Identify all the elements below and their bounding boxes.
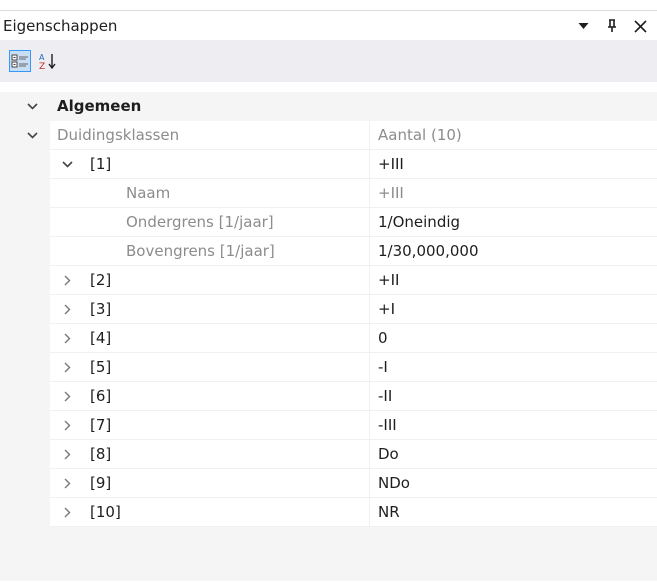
chevron-right-icon[interactable] xyxy=(59,324,75,353)
chevron-right-icon[interactable] xyxy=(59,440,75,469)
property-row-item-2[interactable]: [2] +II xyxy=(0,266,657,295)
row-value: -I xyxy=(378,358,388,376)
row-value: 1/Oneindig xyxy=(378,213,461,231)
panel-title-bar: Eigenschappen xyxy=(0,10,657,40)
sort-alphabetical-icon[interactable]: A Z xyxy=(37,50,59,72)
property-row-item-4[interactable]: [4] 0 xyxy=(0,324,657,353)
svg-text:Z: Z xyxy=(39,62,45,70)
row-name: [9] xyxy=(90,474,112,492)
row-name: [4] xyxy=(90,329,112,347)
row-name: Naam xyxy=(126,184,171,202)
row-name: Duidingsklassen xyxy=(57,126,180,144)
chevron-right-icon[interactable] xyxy=(59,295,75,324)
property-row-item-1[interactable]: [1] +III xyxy=(0,150,657,179)
property-row-item-7[interactable]: [7] -III xyxy=(0,411,657,440)
row-value: -II xyxy=(378,387,393,405)
svg-text:A: A xyxy=(39,53,45,62)
pin-icon[interactable] xyxy=(602,13,622,39)
property-row-duidingsklassen[interactable]: Duidingsklassen Aantal (10) xyxy=(0,121,657,150)
chevron-down-icon[interactable] xyxy=(24,121,40,150)
chevron-right-icon[interactable] xyxy=(59,382,75,411)
property-row-naam[interactable]: Naam +III xyxy=(0,179,657,208)
category-row-algemeen[interactable]: Algemeen xyxy=(0,92,657,121)
chevron-right-icon[interactable] xyxy=(59,469,75,498)
chevron-right-icon[interactable] xyxy=(59,498,75,527)
property-row-item-3[interactable]: [3] +I xyxy=(0,295,657,324)
dropdown-arrow-icon[interactable] xyxy=(573,13,593,39)
row-name: [8] xyxy=(90,445,112,463)
row-name: [5] xyxy=(90,358,112,376)
categorized-view-icon[interactable] xyxy=(9,50,31,72)
chevron-down-icon[interactable] xyxy=(24,92,40,121)
row-name: [3] xyxy=(90,300,112,318)
property-row-item-5[interactable]: [5] -I xyxy=(0,353,657,382)
row-value: NDo xyxy=(378,474,410,492)
property-row-item-6[interactable]: [6] -II xyxy=(0,382,657,411)
property-toolbar: A Z xyxy=(0,40,657,82)
property-row-bovengrens[interactable]: Bovengrens [1/jaar] 1/30,000,000 xyxy=(0,237,657,266)
chevron-right-icon[interactable] xyxy=(59,411,75,440)
row-value: 1/30,000,000 xyxy=(378,242,479,260)
row-value: -III xyxy=(378,416,397,434)
row-name: Bovengrens [1/jaar] xyxy=(126,242,275,260)
row-value: NR xyxy=(378,503,400,521)
row-value: +III xyxy=(378,155,404,173)
row-name: Algemeen xyxy=(57,97,142,115)
property-row-item-9[interactable]: [9] NDo xyxy=(0,469,657,498)
row-value: Aantal (10) xyxy=(378,126,462,144)
property-row-item-10[interactable]: [10] NR xyxy=(0,498,657,527)
property-grid: Algemeen Duidingsklassen Aantal (10) [1]… xyxy=(0,92,657,581)
row-value: +I xyxy=(378,300,395,318)
row-value: +II xyxy=(378,271,400,289)
row-name: [7] xyxy=(90,416,112,434)
chevron-down-icon[interactable] xyxy=(59,150,75,179)
row-value: +III xyxy=(378,184,404,202)
row-name: [10] xyxy=(90,503,121,521)
property-row-ondergrens[interactable]: Ondergrens [1/jaar] 1/Oneindig xyxy=(0,208,657,237)
chevron-right-icon[interactable] xyxy=(59,266,75,295)
chevron-right-icon[interactable] xyxy=(59,353,75,382)
row-name: Ondergrens [1/jaar] xyxy=(126,213,274,231)
close-icon[interactable] xyxy=(630,13,650,39)
row-name: [2] xyxy=(90,271,112,289)
row-value: Do xyxy=(378,445,399,463)
row-value: 0 xyxy=(378,329,388,347)
grid-empty-area xyxy=(0,527,657,581)
property-row-item-8[interactable]: [8] Do xyxy=(0,440,657,469)
row-name: [6] xyxy=(90,387,112,405)
row-name: [1] xyxy=(90,155,112,173)
panel-title: Eigenschappen xyxy=(3,17,118,35)
